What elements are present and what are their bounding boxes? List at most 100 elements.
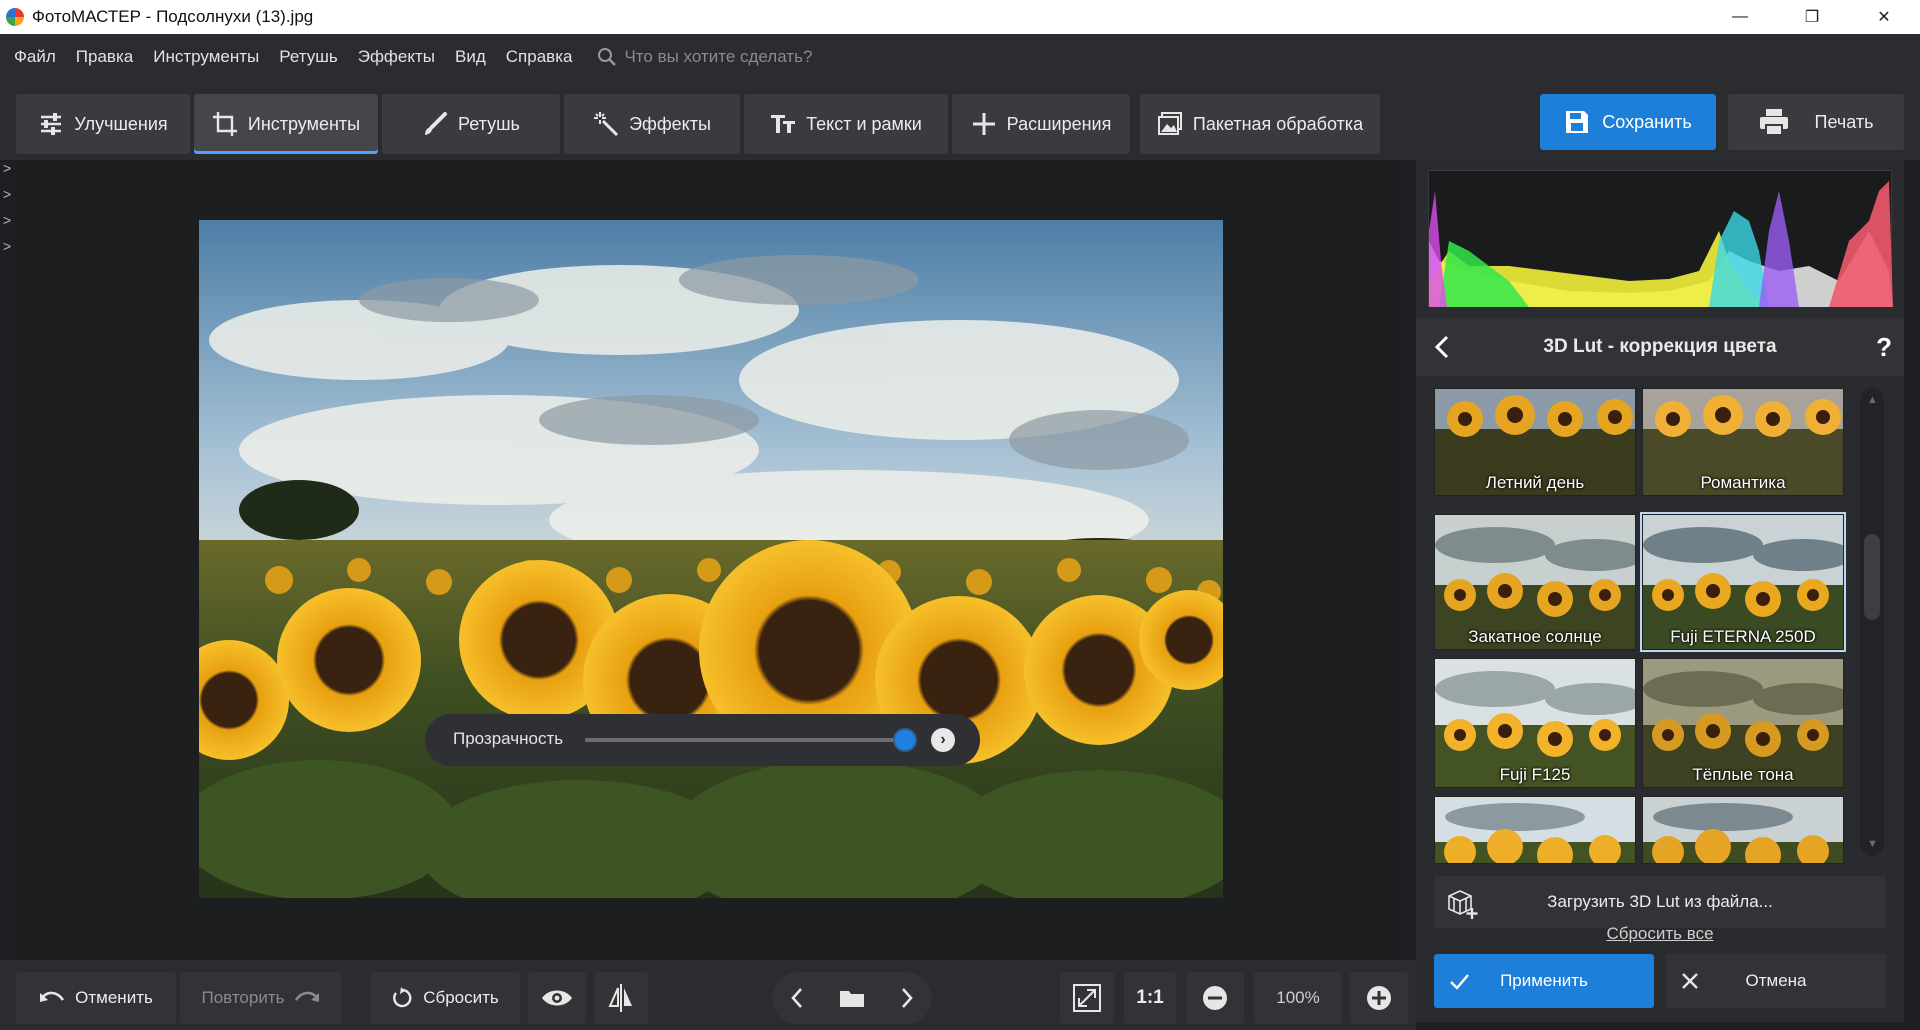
sunflower-photo — [199, 220, 1223, 898]
opacity-slider-thumb[interactable] — [893, 728, 917, 752]
plus-icon — [972, 113, 995, 135]
scroll-down-icon[interactable]: ▼ — [1867, 838, 1878, 850]
apply-label: Применить — [1500, 971, 1588, 990]
menu-help[interactable]: Справка — [506, 47, 573, 67]
previous-image-icon[interactable] — [790, 987, 804, 1009]
opacity-label: Прозрачность — [453, 729, 564, 748]
command-search[interactable]: Что вы хотите сделать? — [596, 46, 812, 68]
crop-icon — [212, 112, 237, 136]
tab-extensions[interactable]: Расширения — [952, 94, 1130, 154]
menu-bar: Файл Правка Инструменты Ретушь Эффекты В… — [0, 34, 1920, 80]
load-lut-label: Загрузить 3D Lut из файла... — [1547, 892, 1773, 911]
apply-button[interactable]: Применить — [1434, 954, 1654, 1008]
print-label: Печать — [1814, 111, 1874, 132]
opacity-control: Прозрачность › — [425, 714, 980, 766]
left-collapse-strip: > > > > — [0, 160, 16, 960]
image-navigation — [772, 972, 932, 1024]
lut-scrollbar[interactable]: ▲ ▼ — [1860, 388, 1884, 856]
menu-edit[interactable]: Правка — [76, 47, 133, 67]
plus-circle-icon — [1367, 986, 1391, 1010]
lut-item[interactable]: Fuji F125 — [1434, 658, 1636, 788]
cancel-label: Отмена — [1745, 971, 1807, 990]
redo-button[interactable]: Повторить — [180, 972, 342, 1024]
batch-processing-label: Пакетная обработка — [1192, 113, 1364, 134]
reset-arrow-icon — [393, 987, 412, 1008]
menu-file[interactable]: Файл — [14, 47, 56, 67]
tab-effects[interactable]: Эффекты — [564, 94, 740, 154]
title-bar: ФотоМАСТЕР - Подсолнухи (13).jpg — ❐ ✕ — [0, 0, 1920, 34]
fit-to-screen-button[interactable] — [1060, 972, 1114, 1024]
scroll-up-icon[interactable]: ▲ — [1867, 394, 1878, 406]
reset-label: Сбросить — [423, 988, 499, 1007]
tab-text-frames[interactable]: Текст и рамки — [744, 94, 948, 154]
print-button[interactable]: Печать — [1728, 94, 1904, 150]
lut-grid: Летний день Романтика Закатное солнце Fu… — [1434, 388, 1846, 864]
lut-item[interactable]: Закатное солнце — [1434, 514, 1636, 650]
histogram — [1428, 170, 1893, 307]
lut-thumbnail — [1435, 797, 1635, 863]
lut-label: Fuji F125 — [1499, 765, 1571, 784]
scrollbar-thumb[interactable] — [1864, 534, 1880, 620]
undo-label: Отменить — [75, 988, 153, 1007]
sliders-icon — [41, 113, 62, 135]
lut-thumbnail — [1643, 797, 1843, 863]
menu-tools[interactable]: Инструменты — [153, 47, 259, 67]
expand-arrow-icon[interactable]: > — [3, 212, 11, 228]
load-lut-button[interactable]: Загрузить 3D Lut из файла... — [1434, 876, 1886, 928]
magic-wand-icon — [594, 112, 619, 137]
tab-retouch[interactable]: Ретушь — [382, 94, 560, 154]
expand-arrow-icon[interactable]: > — [3, 186, 11, 202]
next-image-icon[interactable] — [900, 987, 914, 1009]
zoom-1to1-button[interactable]: 1:1 — [1124, 972, 1176, 1024]
menu-effects[interactable]: Эффекты — [358, 47, 435, 67]
menu-retouch[interactable]: Ретушь — [279, 47, 337, 67]
tab-extensions-label: Расширения — [1006, 113, 1112, 134]
tab-improvements[interactable]: Улучшения — [16, 94, 190, 154]
expand-arrow-icon[interactable]: > — [3, 238, 11, 254]
close-button[interactable]: ✕ — [1848, 0, 1920, 34]
lut-item[interactable]: Тёплые тона — [1642, 658, 1844, 788]
zoom-level: 100% — [1254, 972, 1342, 1024]
fullscreen-icon — [1073, 984, 1101, 1012]
undo-arrow-icon — [40, 991, 65, 1002]
menu-view[interactable]: Вид — [455, 47, 486, 67]
photo-preview[interactable] — [199, 220, 1223, 898]
image-stack-icon — [1157, 112, 1182, 135]
help-icon[interactable]: ? — [1876, 332, 1892, 363]
tab-tools-label: Инструменты — [247, 113, 361, 134]
expand-arrow-icon[interactable]: > — [3, 160, 11, 176]
lut-panel: 3D Lut - коррекция цвета ? Летний день Р… — [1416, 160, 1904, 1022]
batch-processing-button[interactable]: Пакетная обработка — [1140, 94, 1380, 154]
photo-canvas[interactable]: Прозрачность › — [16, 160, 1404, 960]
undo-button[interactable]: Отменить — [16, 972, 176, 1024]
tab-improvements-label: Улучшения — [74, 113, 168, 134]
lut-item[interactable]: Романтика — [1642, 388, 1844, 496]
minimize-button[interactable]: — — [1704, 0, 1776, 34]
preview-toggle-button[interactable] — [528, 972, 586, 1024]
floppy-disk-icon — [1566, 111, 1589, 133]
tab-tools[interactable]: Инструменты — [194, 94, 378, 154]
lut-label: Романтика — [1700, 473, 1786, 492]
reset-button[interactable]: Сбросить — [370, 972, 520, 1024]
save-label: Сохранить — [1602, 111, 1692, 132]
lut-label: Fuji ETERNA 250D — [1670, 627, 1816, 646]
save-button[interactable]: Сохранить — [1540, 94, 1716, 150]
compare-button[interactable] — [594, 972, 648, 1024]
opacity-confirm-icon[interactable]: › — [931, 728, 955, 752]
lut-item[interactable] — [1642, 796, 1844, 864]
tab-retouch-label: Ретушь — [458, 113, 520, 134]
maximize-button[interactable]: ❐ — [1776, 0, 1848, 34]
reset-all-link[interactable]: Сбросить все — [1416, 924, 1904, 944]
zoom-out-button[interactable] — [1186, 972, 1244, 1024]
lut-item-selected[interactable]: Fuji ETERNA 250D — [1640, 512, 1846, 652]
opacity-slider[interactable] — [585, 728, 917, 752]
opacity-slider-fill — [585, 738, 905, 742]
text-icon — [771, 115, 796, 133]
tab-text-frames-label: Текст и рамки — [806, 113, 922, 134]
lut-item[interactable] — [1434, 796, 1636, 864]
cancel-button[interactable]: Отмена — [1666, 954, 1886, 1008]
folder-icon[interactable] — [839, 988, 865, 1008]
lut-item[interactable]: Летний день — [1434, 388, 1636, 496]
bottom-toolbar: Отменить Повторить Сбросить 1:1 100% — [0, 960, 1416, 1030]
zoom-in-button[interactable] — [1350, 972, 1408, 1024]
